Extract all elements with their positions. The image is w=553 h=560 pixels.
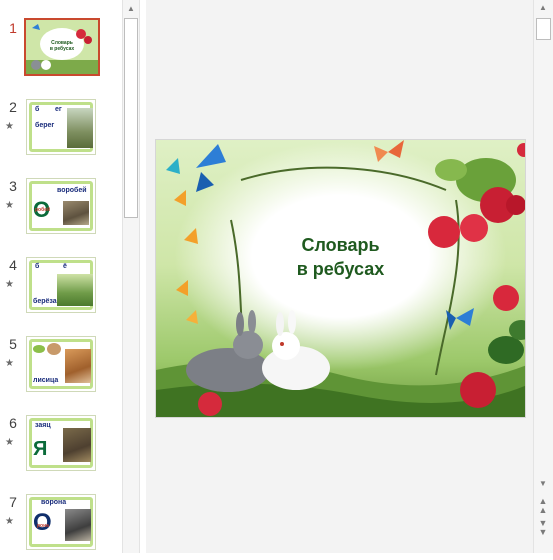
slide-thumbnail-2[interactable]: б ег берег [26, 99, 96, 155]
slide-thumbnail-row[interactable]: 4 ★ б ё берёза [0, 257, 122, 323]
slide-number: 2 [9, 99, 17, 115]
thumb-photo [57, 274, 93, 306]
thumb-text: Я [33, 438, 48, 460]
scroll-down-icon[interactable]: ▼ [535, 476, 551, 492]
slide-thumbnail-panel: 1 Словарь в ребусах 2 ★ б ег берег 3 ★ О… [0, 0, 122, 553]
slide-thumbnail-image: Словарь в ребусах [26, 20, 98, 74]
slide-thumbnail-7[interactable]: ворона О рона [26, 494, 96, 550]
nut-icon [47, 343, 61, 355]
thumb-text: ег [55, 106, 62, 113]
thumb-text: робей [35, 207, 51, 213]
slide-number: 1 [9, 20, 17, 36]
slide-editing-area: Словарь в ребусах [146, 0, 533, 553]
thumb-text: б [35, 106, 40, 113]
slide-title-line2: в ребусах [296, 259, 385, 279]
leaf-icon [33, 345, 45, 353]
thumb-text: берёза [33, 298, 57, 305]
slide-number: 3 [9, 178, 17, 194]
thumb-text: лисица [33, 377, 59, 384]
thumb-text: берег [35, 122, 55, 129]
scroll-up-icon[interactable]: ▲ [535, 0, 551, 16]
slide-number: 6 [9, 415, 17, 431]
slide-title-line1: Словарь [301, 235, 380, 255]
slide-thumbnail-row[interactable]: 3 ★ О воробей робей [0, 178, 122, 244]
animation-star-icon: ★ [5, 121, 14, 132]
slide-thumbnail-row[interactable]: 5 ★ лисица [0, 336, 122, 402]
slide-thumbnail-row[interactable]: 2 ★ б ег берег [0, 99, 122, 165]
slide-number: 7 [9, 494, 17, 510]
animation-star-icon: ★ [5, 516, 14, 527]
slide-thumbnail-row[interactable]: 6 ★ заяц Я [0, 415, 122, 481]
slide-thumbnail-6[interactable]: заяц Я [26, 415, 96, 471]
slide-thumbnail-4[interactable]: б ё берёза [26, 257, 96, 313]
slide-title[interactable]: Словарь в ребусах [156, 233, 525, 281]
thumb-text: рона [37, 523, 49, 529]
current-slide[interactable]: Словарь в ребусах [155, 139, 526, 418]
thumb-photo [65, 349, 91, 383]
previous-slide-icon[interactable]: ▲ ▲ [535, 497, 551, 515]
thumb-photo [65, 509, 91, 541]
thumb-photo [63, 428, 91, 462]
slide-thumbnail-row[interactable]: 1 Словарь в ребусах [0, 18, 122, 86]
animation-star-icon: ★ [5, 358, 14, 369]
thumb-text: ворона [41, 499, 67, 506]
animation-star-icon: ★ [5, 200, 14, 211]
thumb-title-2: в ребусах [50, 45, 75, 52]
scrollbar-thumb[interactable] [536, 18, 551, 40]
editor-scrollbar[interactable]: ▲ ▼ ▲ ▲ ▼ ▼ [533, 0, 553, 553]
slide-thumbnail-row[interactable]: 7 ★ ворона О рона [0, 494, 122, 560]
thumb-photo [67, 108, 93, 148]
animation-star-icon: ★ [5, 437, 14, 448]
thumbnail-panel-scrollbar[interactable]: ▲ [122, 0, 140, 553]
thumb-text: заяц [35, 422, 51, 429]
thumb-text: ё [63, 263, 67, 270]
slide-thumbnail-3[interactable]: О воробей робей [26, 178, 96, 234]
scroll-up-icon[interactable]: ▲ [123, 1, 139, 17]
slide-number: 4 [9, 257, 17, 273]
animation-star-icon: ★ [5, 279, 14, 290]
slide-thumbnail-1[interactable]: Словарь в ребусах [24, 18, 100, 76]
thumb-text: воробей [57, 187, 87, 194]
thumb-photo [63, 201, 89, 225]
slide-number: 5 [9, 336, 17, 352]
thumb-text: б [35, 263, 40, 270]
slide-thumbnail-5[interactable]: лисица [26, 336, 96, 392]
scrollbar-thumb[interactable] [124, 18, 138, 218]
next-slide-icon[interactable]: ▼ ▼ [535, 519, 551, 537]
